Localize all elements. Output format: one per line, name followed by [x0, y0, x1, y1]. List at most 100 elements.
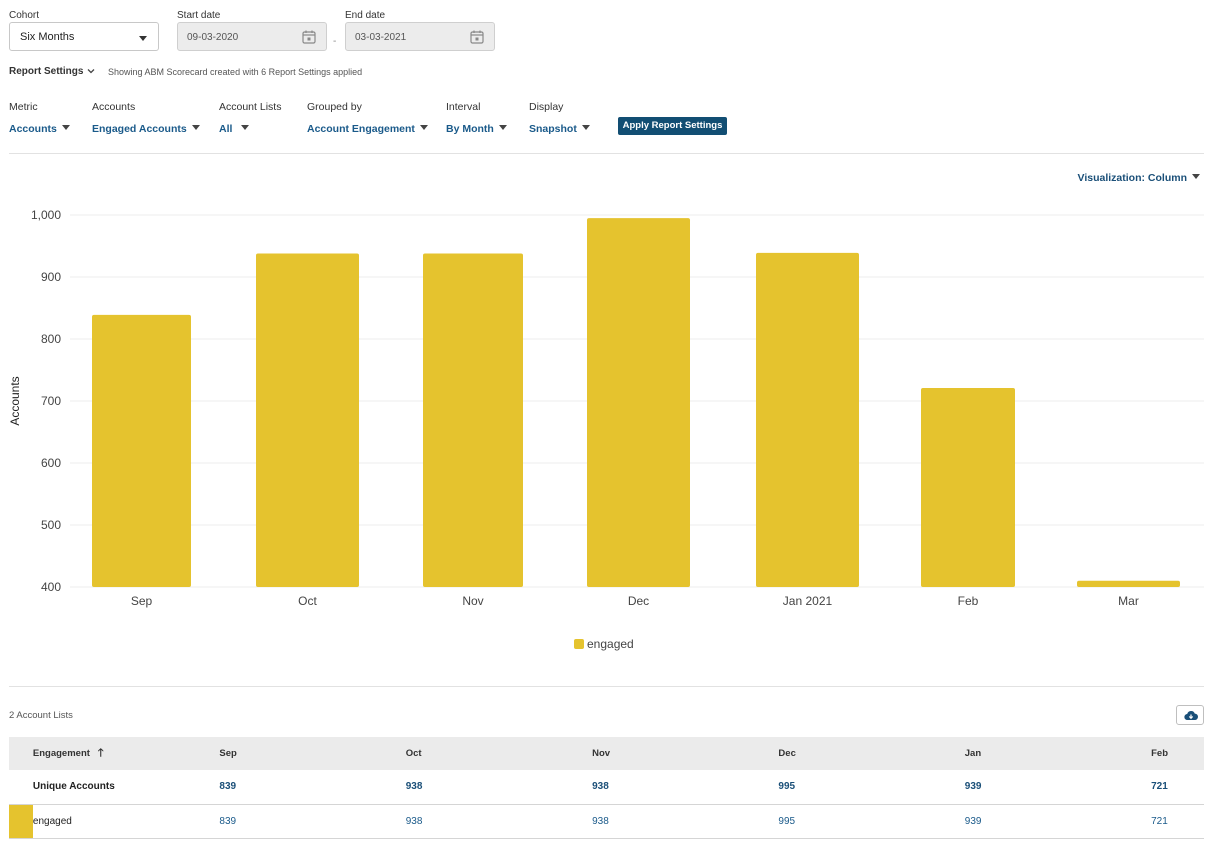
column-header-dec[interactable]: Dec — [778, 737, 965, 770]
x-tick-label: Feb — [958, 594, 979, 608]
table-cell[interactable]: 721 — [1151, 804, 1204, 839]
end-date-label: End date — [345, 10, 386, 21]
start-date-value: 09-03-2020 — [187, 32, 239, 43]
legend-swatch — [574, 639, 584, 649]
column-header-jan[interactable]: Jan — [964, 737, 1152, 770]
account-lists-count: 2 Account Lists — [9, 710, 73, 721]
report-settings-note: Showing ABM Scorecard created with 6 Rep… — [108, 67, 363, 77]
x-tick-label: Dec — [628, 594, 649, 608]
grouped-by-value: Account Engagement — [307, 123, 415, 135]
bar-dec[interactable] — [587, 218, 690, 587]
calendar-icon[interactable] — [302, 30, 316, 44]
table-cell[interactable]: 995 — [778, 804, 965, 839]
row-label: engaged — [32, 804, 220, 839]
cohort-label: Cohort — [9, 10, 40, 21]
chevron-down-icon — [498, 125, 507, 130]
start-date-label: Start date — [177, 10, 221, 21]
x-tick-label: Sep — [131, 594, 153, 608]
calendar-icon[interactable] — [470, 30, 484, 44]
account-lists-dropdown[interactable]: All — [219, 123, 250, 135]
cloud-download-icon — [1184, 711, 1198, 721]
table-cell[interactable]: 939 — [964, 770, 1152, 805]
table-cell[interactable]: 938 — [592, 770, 779, 805]
accounts-dropdown[interactable]: Engaged Accounts — [92, 123, 200, 135]
y-tick-label: 800 — [41, 332, 61, 346]
bar-sep[interactable] — [92, 314, 191, 587]
legend-label[interactable]: engaged — [587, 637, 634, 651]
table-cell[interactable]: 839 — [219, 804, 406, 839]
y-tick-label: 500 — [41, 518, 61, 532]
metric-label: Metric — [9, 101, 38, 113]
table-cell[interactable]: 995 — [778, 770, 965, 805]
account-lists-value: All — [219, 123, 233, 135]
table-cell[interactable]: 938 — [405, 804, 593, 839]
accounts-value: Engaged Accounts — [92, 123, 187, 135]
y-tick-label: 900 — [41, 270, 61, 284]
bar-nov[interactable] — [423, 253, 523, 587]
divider — [9, 686, 1204, 687]
date-range-dash: - — [333, 36, 337, 47]
start-date-input[interactable]: 09-03-2020 — [177, 22, 327, 51]
report-settings-toggle[interactable]: Report Settings — [9, 66, 83, 77]
table-row: Unique Accounts 839 938 938 995 939 721 — [9, 770, 1204, 805]
bar-mar[interactable] — [1077, 580, 1180, 587]
display-value: Snapshot — [529, 123, 577, 135]
end-date-value: 03-03-2021 — [355, 32, 407, 43]
display-dropdown[interactable]: Snapshot — [529, 123, 590, 135]
interval-value: By Month — [446, 123, 494, 135]
x-tick-label: Nov — [462, 594, 483, 608]
y-axis-label: Accounts — [8, 376, 22, 425]
chevron-down-icon — [1192, 174, 1200, 179]
y-tick-label: 700 — [41, 394, 61, 408]
table-cell[interactable]: 938 — [405, 770, 593, 805]
bar-oct[interactable] — [256, 253, 359, 587]
data-table: Engagement 🡑 Sep Oct Nov Dec Jan Feb Uniq… — [9, 737, 1204, 839]
table-cell[interactable]: 939 — [964, 804, 1152, 839]
table-cell[interactable]: 938 — [592, 804, 779, 839]
column-header-sep[interactable]: Sep — [219, 737, 406, 770]
download-button[interactable] — [1176, 705, 1204, 725]
chevron-down-icon — [191, 125, 200, 130]
chevron-down-icon — [581, 125, 590, 130]
cohort-value: Six Months — [20, 31, 75, 43]
grouped-by-dropdown[interactable]: Account Engagement — [307, 123, 428, 135]
interval-label: Interval — [446, 101, 481, 113]
column-chart: 400 500 600 700 800 900 1,000 Sep Oct Nov Dec Jan … — [8, 208, 1204, 651]
y-tick-label: 1,000 — [31, 208, 61, 222]
visualization-dropdown[interactable]: Visualization: Column — [1078, 172, 1200, 184]
column-header-nov[interactable]: Nov — [592, 737, 779, 770]
table-row: engaged 839 938 938 995 939 721 — [9, 804, 1204, 839]
x-tick-label: Oct — [298, 594, 317, 608]
table-cell[interactable]: 839 — [219, 770, 406, 805]
y-tick-label: 400 — [41, 580, 61, 594]
cohort-select[interactable]: Six Months — [9, 22, 159, 51]
chevron-down-icon — [139, 36, 147, 41]
y-tick-label: 600 — [41, 456, 61, 470]
visualization-value: Visualization: Column — [1077, 172, 1187, 184]
bar-feb[interactable] — [921, 387, 1015, 587]
arrow-up-icon[interactable]: 🡑 — [98, 744, 104, 763]
chevron-down-icon — [61, 125, 70, 130]
metric-dropdown[interactable]: Accounts — [9, 123, 70, 135]
table-cell[interactable]: 721 — [1151, 770, 1204, 805]
account-lists-label: Account Lists — [219, 101, 282, 113]
engagement-column-header[interactable]: Engagement 🡑 — [32, 737, 220, 770]
divider — [9, 153, 1204, 154]
chevron-down-icon[interactable] — [87, 67, 95, 75]
apply-report-settings-button[interactable]: Apply Report Settings — [618, 117, 727, 135]
chevron-down-icon — [419, 125, 428, 130]
display-label: Display — [529, 101, 564, 113]
x-tick-label: Mar — [1118, 594, 1139, 608]
accounts-label: Accounts — [92, 101, 136, 113]
column-header-oct[interactable]: Oct — [405, 737, 593, 770]
column-header-feb[interactable]: Feb — [1151, 737, 1204, 770]
end-date-input[interactable]: 03-03-2021 — [345, 22, 495, 51]
metric-value: Accounts — [9, 123, 57, 135]
x-tick-label: Jan 2021 — [783, 594, 833, 608]
chevron-down-icon — [241, 125, 250, 130]
table-header-row: Engagement 🡑 Sep Oct Nov Dec Jan Feb — [9, 737, 1204, 770]
grouped-by-label: Grouped by — [307, 101, 362, 113]
bar-jan-2021[interactable] — [756, 252, 859, 587]
row-label: Unique Accounts — [32, 770, 220, 805]
interval-dropdown[interactable]: By Month — [446, 123, 507, 135]
